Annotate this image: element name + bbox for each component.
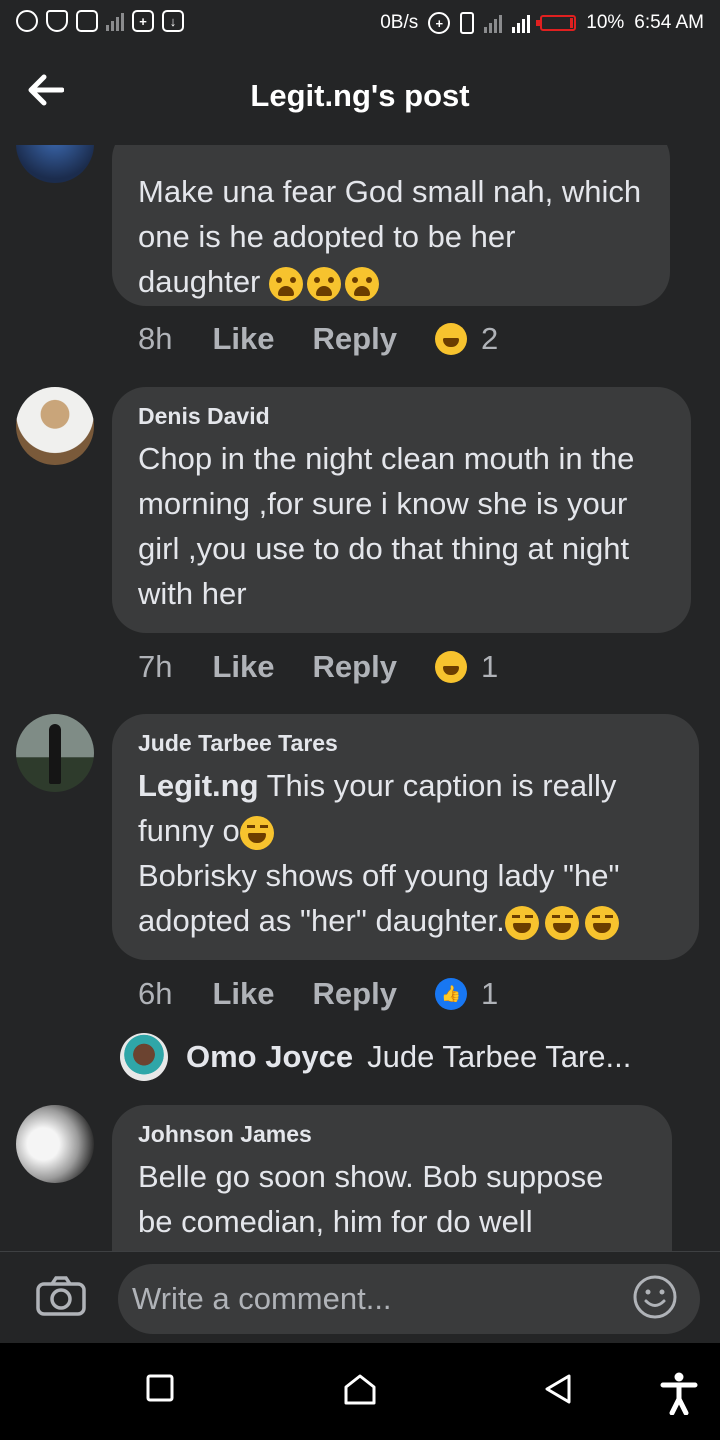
laughing-emoji <box>544 905 579 940</box>
download-icon: ↓ <box>162 10 184 32</box>
crying-emoji <box>269 266 304 301</box>
reply-button[interactable]: Reply <box>313 976 397 1012</box>
comment-actions: 7h Like Reply 1 <box>138 649 498 685</box>
comment-bubble[interactable]: Make una fear God small nah, which one i… <box>112 145 670 306</box>
vibrate-icon <box>460 12 475 34</box>
camera-icon <box>36 1276 86 1316</box>
laughing-emoji <box>239 815 274 850</box>
emoji-button[interactable] <box>632 1274 678 1320</box>
battery-icon <box>536 15 577 31</box>
comment-text: Chop in the night clean mouth in the mor… <box>138 441 635 611</box>
avatar[interactable] <box>16 145 94 183</box>
haha-reaction-icon[interactable] <box>434 323 467 355</box>
avatar[interactable] <box>16 387 94 465</box>
comment-author[interactable]: Johnson James <box>138 1121 646 1148</box>
battery-level: 10% <box>586 12 625 33</box>
comment-actions: 8h Like Reply 2 <box>138 321 498 357</box>
signal-icon-2 <box>512 13 531 33</box>
avatar[interactable] <box>16 714 94 792</box>
no-signal-icon <box>106 11 124 31</box>
comment-actions: 6h Like Reply 👍 1 <box>138 976 498 1012</box>
avatar[interactable] <box>16 1105 94 1183</box>
crying-emoji <box>307 266 342 301</box>
app-header: Legit.ng's post <box>0 50 720 145</box>
thumbs-up-reaction-icon[interactable]: 👍 <box>434 978 467 1010</box>
avatar[interactable] <box>120 1033 168 1081</box>
recents-button[interactable] <box>145 1373 185 1413</box>
system-nav-bar <box>0 1343 720 1440</box>
accessibility-icon <box>660 1372 698 1416</box>
comment-author[interactable]: Jude Tarbee Tares <box>138 730 673 757</box>
reply-snippet: Jude Tarbee Tare... <box>367 1039 632 1074</box>
laughing-emoji <box>504 905 539 940</box>
accessibility-button[interactable] <box>660 1371 700 1416</box>
recents-square-icon <box>146 1374 174 1402</box>
comments-list[interactable]: Make una fear God small nah, which one i… <box>0 145 720 1251</box>
comment-input[interactable] <box>118 1264 700 1334</box>
back-triangle-icon <box>545 1374 571 1404</box>
notification-icons: + ↓ <box>16 10 184 32</box>
reaction-count[interactable]: 1 <box>481 649 498 685</box>
comment-author[interactable]: Denis David <box>138 403 665 430</box>
comment-text: Belle go soon show. Bob suppose be comed… <box>138 1159 604 1239</box>
camera-button[interactable] <box>36 1276 86 1316</box>
crying-emoji <box>345 266 380 301</box>
page-title: Legit.ng's post <box>250 78 470 113</box>
reply-author[interactable]: Omo Joyce <box>186 1039 353 1075</box>
data-saver-icon: + <box>428 12 451 34</box>
like-button[interactable]: Like <box>212 321 274 357</box>
home-icon <box>344 1374 376 1405</box>
comment-text: Legit.ng This your caption is really fun… <box>138 768 620 940</box>
comment-time: 8h <box>138 321 173 356</box>
clock: 6:54 AM <box>634 12 704 33</box>
comment-time: 7h <box>138 649 173 684</box>
reply-button[interactable]: Reply <box>313 649 397 685</box>
mention-link[interactable]: Legit.ng <box>138 768 259 803</box>
comment-bubble[interactable]: Jude Tarbee Tares Legit.ng This your cap… <box>112 714 699 960</box>
comment-text: Make una fear God small nah, which one i… <box>138 174 642 301</box>
reply-button[interactable]: Reply <box>313 321 397 357</box>
reaction-count[interactable]: 2 <box>481 321 498 357</box>
back-nav-button[interactable] <box>543 1373 583 1413</box>
comment-bubble[interactable]: Denis David Chop in the night clean mout… <box>112 387 691 633</box>
shield-icon <box>46 10 68 32</box>
signal-icon-1 <box>484 13 503 33</box>
comment-bubble[interactable]: Johnson James Belle go soon show. Bob su… <box>112 1105 672 1251</box>
home-button[interactable] <box>342 1373 382 1413</box>
haha-reaction-icon[interactable] <box>434 651 467 683</box>
comment-time: 6h <box>138 976 173 1011</box>
reaction-count[interactable]: 1 <box>481 976 498 1012</box>
reply-preview[interactable]: Omo Joyce Jude Tarbee Tare... <box>120 1033 631 1081</box>
status-bar: + ↓ 0B/s + 10% 6:54 AM <box>0 0 720 50</box>
like-button[interactable]: Like <box>212 976 274 1012</box>
network-speed: 0B/s <box>380 12 419 33</box>
messenger-icon <box>16 10 38 32</box>
smiley-icon <box>633 1275 677 1319</box>
system-status: 0B/s + 10% 6:54 AM <box>380 12 704 34</box>
gallery-icon <box>76 10 98 32</box>
comment-composer <box>0 1251 720 1344</box>
plus-box-icon: + <box>132 10 154 32</box>
laughing-emoji <box>584 905 619 940</box>
like-button[interactable]: Like <box>212 649 274 685</box>
